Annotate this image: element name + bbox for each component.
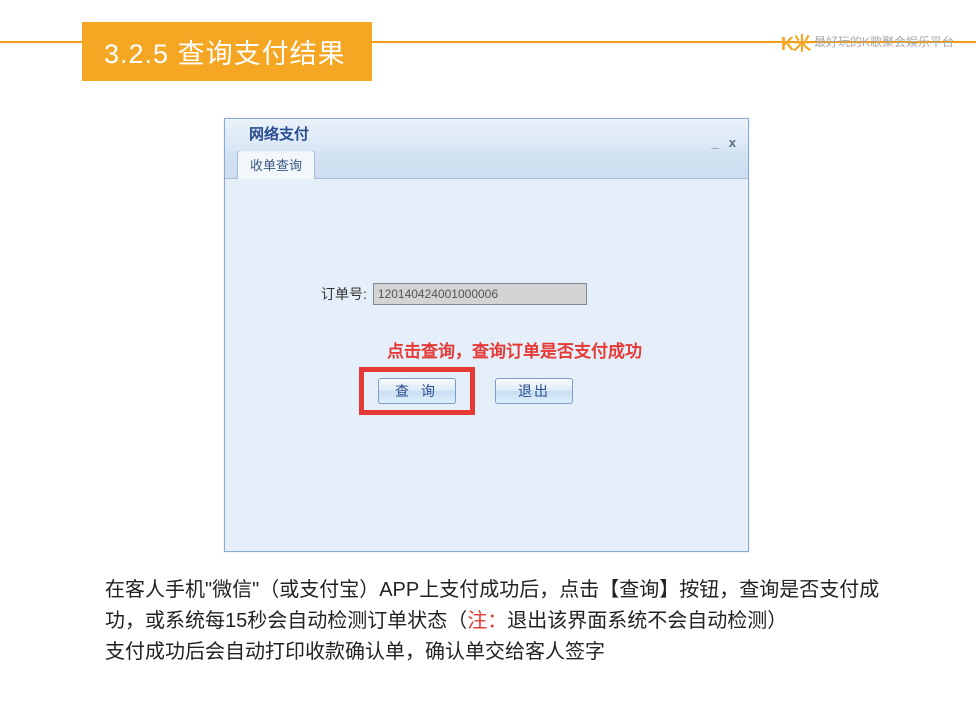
window-title: 网络支付 <box>249 126 309 143</box>
query-highlight-box: 查 询 <box>359 367 475 415</box>
section-title: 查询支付结果 <box>178 39 346 69</box>
desc-part2: 支付成功后会自动打印收款确认单，确认单交给客人签字 <box>105 641 605 663</box>
payment-window: 网络支付 _ x 收单查询 订单号: 点击查询，查询订单是否支付成功 查 询 退… <box>224 118 749 552</box>
order-number-label: 订单号: <box>321 284 367 304</box>
query-button[interactable]: 查 询 <box>378 378 456 404</box>
tab-bar: 收单查询 <box>225 151 748 179</box>
window-content: 订单号: 点击查询，查询订单是否支付成功 查 询 退出 <box>225 179 748 551</box>
brand-logo: K米 <box>781 30 810 56</box>
tab-order-query[interactable]: 收单查询 <box>237 150 315 179</box>
section-header: 3.2.5 查询支付结果 <box>82 22 372 81</box>
section-number: 3.2.5 <box>104 39 169 69</box>
description-text: 在客人手机"微信"（或支付宝）APP上支付成功后，点击【查询】按钮，查询是否支付… <box>105 575 905 668</box>
minimize-icon[interactable]: _ <box>712 127 719 159</box>
close-icon[interactable]: x <box>729 127 736 159</box>
order-number-input[interactable] <box>373 283 587 305</box>
desc-part1b: 退出该界面系统不会自动检测） <box>507 610 787 632</box>
brand-tagline: 最好玩的K歌聚会娱乐平台 <box>814 33 954 50</box>
query-hint: 点击查询，查询订单是否支付成功 <box>387 337 642 362</box>
window-titlebar: 网络支付 _ x <box>225 119 748 151</box>
exit-button[interactable]: 退出 <box>495 378 573 404</box>
desc-note: 注： <box>467 610 507 632</box>
